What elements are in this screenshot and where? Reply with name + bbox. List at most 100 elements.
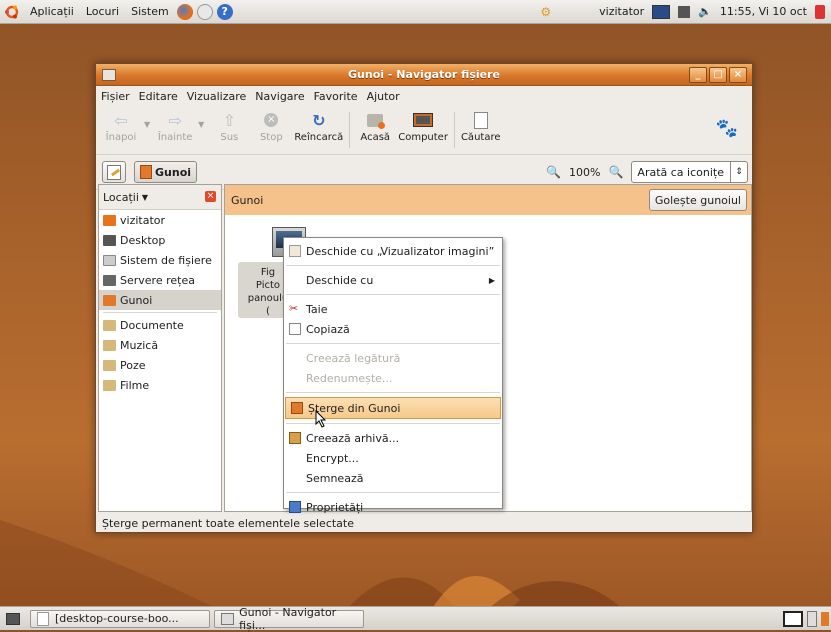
- menu-bookmarks[interactable]: Favorite: [314, 90, 358, 103]
- sidebar-item-vizitator[interactable]: vizitator: [99, 210, 221, 230]
- sidebar-item-pictures[interactable]: Poze: [99, 355, 221, 375]
- search-icon: [471, 110, 491, 130]
- power-icon[interactable]: [815, 4, 825, 19]
- workspace-switcher[interactable]: [783, 610, 803, 627]
- menu-item-label: Copiază: [306, 322, 350, 336]
- sidebar-item-videos[interactable]: Filme: [99, 375, 221, 395]
- close-button[interactable]: ×: [729, 67, 747, 83]
- menu-go[interactable]: Navigare: [255, 90, 304, 103]
- create-archive-item[interactable]: Creează arhivă...: [284, 428, 502, 448]
- computer-button[interactable]: Computer: [398, 106, 448, 143]
- back-button[interactable]: ⇦ Înapoi: [102, 106, 140, 144]
- menu-separator: [286, 294, 500, 295]
- trash-bar-label: Gunoi: [231, 193, 264, 207]
- desktop-icon: [103, 234, 116, 246]
- gnome-foot-icon: 🐾: [715, 118, 738, 139]
- make-link-item[interactable]: Creează legătură: [284, 348, 502, 368]
- back-history-dropdown[interactable]: ▼: [144, 120, 150, 129]
- copy-item[interactable]: Copiază: [284, 319, 502, 339]
- zoom-level[interactable]: 100%: [569, 166, 600, 179]
- view-mode-select[interactable]: Arată ca iconițe ⇕: [631, 161, 748, 183]
- encrypt-item[interactable]: Encrypt...: [284, 448, 502, 468]
- user-name[interactable]: vizitator: [599, 5, 644, 18]
- sidebar-type-dropdown[interactable]: Locații: [103, 191, 139, 204]
- context-menu: Deschide cu „Vizualizator imagini” Desch…: [283, 237, 503, 514]
- workspace-switcher-2[interactable]: [807, 610, 817, 627]
- forward-button[interactable]: ⇨ Înainte: [156, 106, 194, 144]
- taskbar-item-desktop-course[interactable]: [desktop-course-boo...: [30, 609, 210, 628]
- forward-history-dropdown[interactable]: ▼: [198, 120, 204, 129]
- image-viewer-icon: [289, 245, 301, 257]
- menu-edit[interactable]: Editare: [139, 90, 178, 103]
- bottom-panel: [desktop-course-boo... Gunoi - Navigator…: [0, 606, 831, 632]
- taskbar-item-file-manager[interactable]: Gunoi - Navigator fiși...: [214, 606, 364, 632]
- menu-applications[interactable]: Aplicații: [24, 5, 80, 18]
- properties-icon: [289, 501, 301, 513]
- volume-icon[interactable]: 🔈: [698, 5, 712, 18]
- mail-icon[interactable]: [196, 3, 213, 20]
- help-icon[interactable]: ?: [216, 3, 233, 20]
- path-button-trash[interactable]: Gunoi: [134, 161, 198, 183]
- zoom-in-icon[interactable]: 🔍: [608, 165, 623, 179]
- sidebar-item-documents[interactable]: Documente: [99, 315, 221, 335]
- empty-trash-button[interactable]: Golește gunoiul: [648, 189, 747, 211]
- up-arrow-icon: ⇧: [222, 110, 237, 130]
- maximize-button[interactable]: □: [709, 67, 727, 83]
- minimize-button[interactable]: _: [689, 67, 707, 83]
- window-controls: _ □ ×: [689, 67, 747, 83]
- reload-button[interactable]: ↻ Reîncarcă: [294, 106, 343, 144]
- menu-item-label: Redenumește...: [306, 371, 393, 385]
- menu-help[interactable]: Ajutor: [367, 90, 400, 103]
- ubuntu-logo-icon[interactable]: [4, 4, 20, 20]
- menu-system[interactable]: Sistem: [125, 5, 175, 18]
- folder-icon: [103, 359, 116, 371]
- zoom-out-icon[interactable]: 🔍: [546, 165, 561, 179]
- menu-item-label: Creează arhivă...: [306, 431, 400, 445]
- toggle-location-entry-button[interactable]: [102, 161, 126, 183]
- menu-places[interactable]: Locuri: [80, 5, 125, 18]
- stop-icon: ×: [261, 110, 281, 130]
- sidebar-close-icon[interactable]: ×: [205, 191, 216, 202]
- network-icon: [103, 274, 116, 286]
- network-icon[interactable]: [678, 5, 691, 18]
- sidebar-item-trash[interactable]: Gunoi: [99, 290, 221, 310]
- show-desktop-icon[interactable]: [6, 612, 20, 625]
- clock[interactable]: 11:55, Vi 10 oct: [720, 5, 807, 18]
- rename-item[interactable]: Redenumește...: [284, 368, 502, 388]
- menu-item-label: Deschide cu „Vizualizator imagini”: [306, 244, 495, 258]
- firefox-icon[interactable]: [176, 3, 193, 20]
- properties-item[interactable]: Proprietăți: [284, 497, 502, 517]
- back-label: Înapoi: [105, 132, 137, 143]
- folder-icon: [103, 339, 116, 351]
- monitor-icon[interactable]: [652, 4, 671, 19]
- taskbar-item-label: Gunoi - Navigator fiși...: [239, 605, 337, 632]
- menu-view[interactable]: Vizualizare: [187, 90, 247, 103]
- home-label: Acasă: [360, 132, 391, 143]
- document-icon: [37, 611, 49, 626]
- open-with-image-viewer-item[interactable]: Deschide cu „Vizualizator imagini”: [284, 241, 502, 261]
- sidebar-dropdown-arrow-icon[interactable]: ▼: [142, 193, 148, 202]
- menu-item-label: Creează legătură: [306, 351, 401, 365]
- open-with-item[interactable]: Deschide cu ▶: [284, 270, 502, 290]
- sidebar-item-filesystem[interactable]: Sistem de fișiere: [99, 250, 221, 270]
- stop-button[interactable]: × Stop: [252, 106, 290, 143]
- up-button[interactable]: ⇧ Sus: [210, 106, 248, 144]
- network-manager-icon[interactable]: ⚙: [540, 5, 551, 19]
- search-button[interactable]: Căutare: [461, 106, 501, 143]
- window-title: Gunoi - Navigator fișiere: [348, 68, 500, 81]
- sidebar-item-network[interactable]: Servere rețea: [99, 270, 221, 290]
- sign-item[interactable]: Semnează: [284, 468, 502, 488]
- sidebar-item-desktop[interactable]: Desktop: [99, 230, 221, 250]
- top-menu: Aplicații Locuri Sistem ?: [0, 0, 235, 24]
- folder-icon: [103, 379, 116, 391]
- sidebar-item-label: Muzică: [120, 338, 159, 352]
- cut-item[interactable]: ✂ Taie: [284, 299, 502, 319]
- sidebar-item-music[interactable]: Muzică: [99, 335, 221, 355]
- sidebar-item-label: Servere rețea: [120, 273, 195, 287]
- trash-applet-icon[interactable]: [821, 611, 829, 626]
- menu-separator: [286, 343, 500, 344]
- menu-separator: [286, 492, 500, 493]
- menu-file[interactable]: Fișier: [101, 90, 130, 103]
- window-titlebar[interactable]: Gunoi - Navigator fișiere _ □ ×: [96, 64, 752, 86]
- home-button[interactable]: Acasă: [356, 106, 394, 143]
